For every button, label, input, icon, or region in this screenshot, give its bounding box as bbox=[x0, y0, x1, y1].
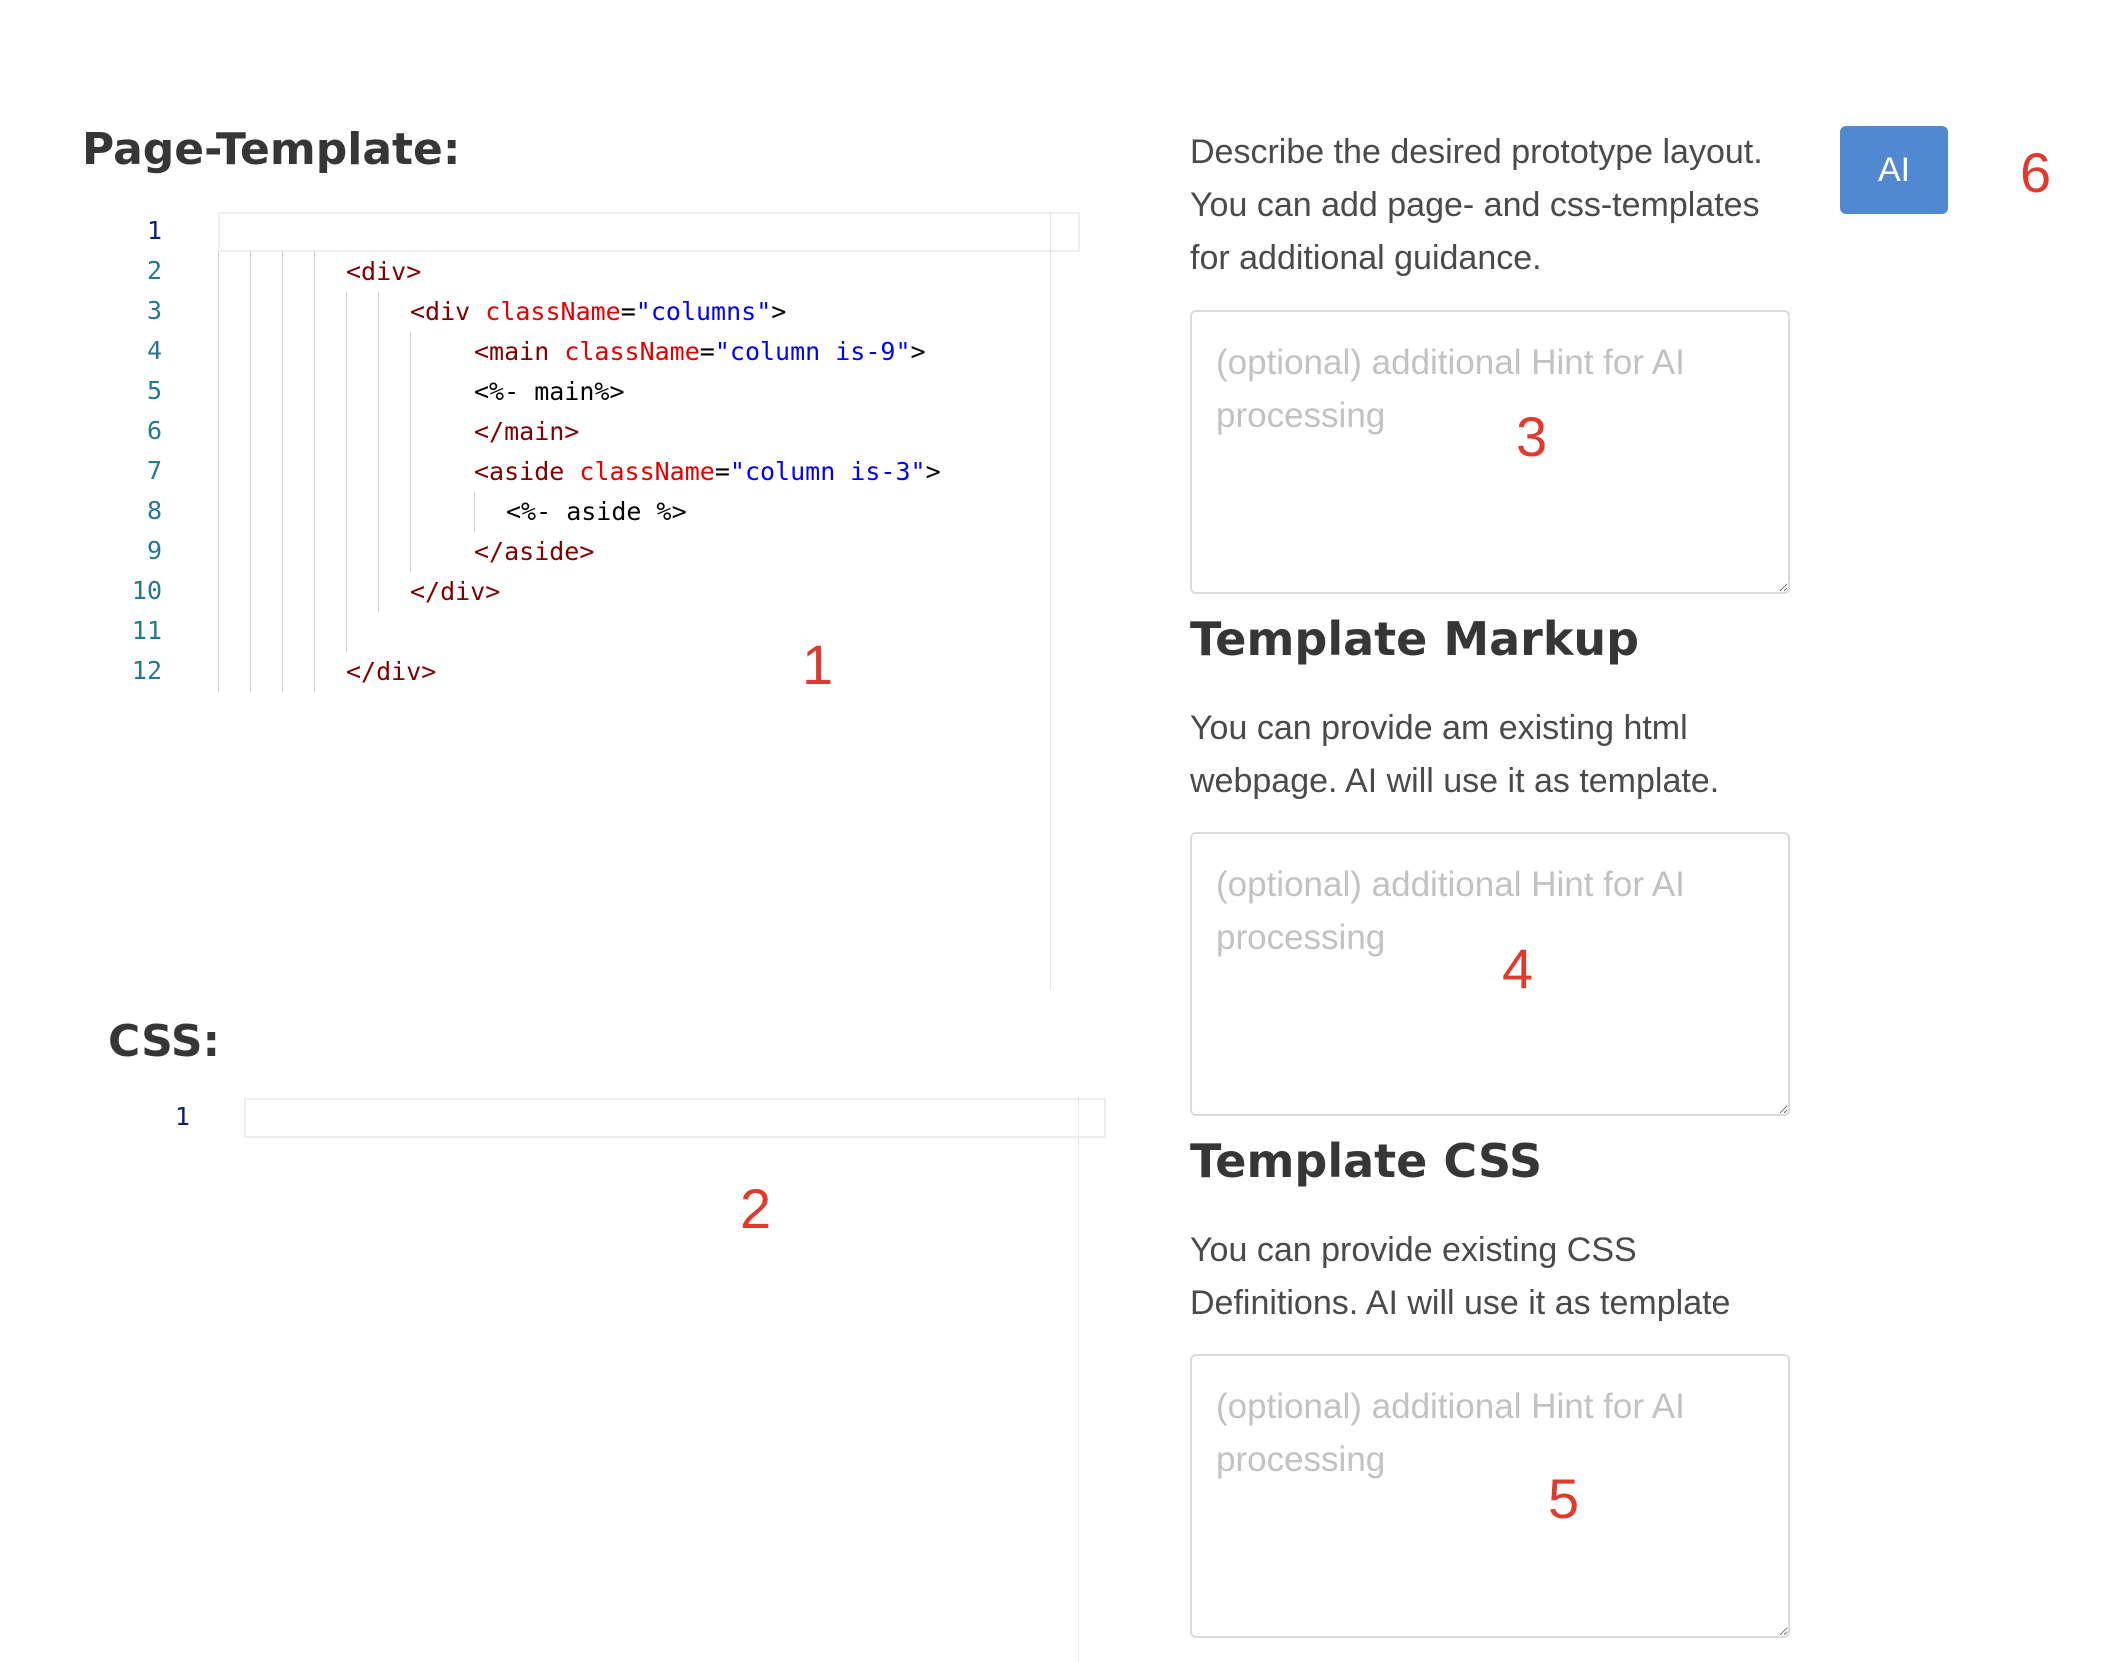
indent-guide bbox=[250, 252, 251, 692]
annotation-2: 2 bbox=[740, 1177, 772, 1240]
indent-guide bbox=[346, 292, 347, 652]
code-token: </div> bbox=[346, 657, 437, 686]
template-markup-textarea[interactable] bbox=[1190, 832, 1790, 1116]
line-number: 3 bbox=[146, 296, 162, 325]
code-token: = bbox=[699, 337, 715, 366]
code-token: = bbox=[620, 297, 636, 326]
editor-ruler bbox=[1078, 1096, 1079, 1662]
annotation-6: 6 bbox=[2020, 141, 2052, 204]
page-template-title: Page-Template: bbox=[82, 124, 461, 175]
code-token: </aside> bbox=[474, 537, 595, 566]
line-number: 2 bbox=[146, 256, 162, 285]
indent-guide bbox=[410, 332, 411, 572]
code-token: </div> bbox=[410, 577, 501, 606]
code-token: <div bbox=[410, 297, 471, 326]
code-token: > bbox=[910, 337, 926, 366]
line-number: 7 bbox=[146, 456, 162, 485]
code-token: > bbox=[771, 297, 787, 326]
line-number: 1 bbox=[174, 1102, 190, 1131]
code-line-4: <main className="column is-9"> bbox=[474, 332, 926, 372]
template-css-heading: Template CSS bbox=[1190, 1134, 1543, 1188]
code-line-9: </aside> bbox=[474, 532, 594, 572]
line-number: 4 bbox=[146, 336, 162, 365]
indent-guide bbox=[474, 492, 475, 532]
css-editor[interactable]: 1 bbox=[88, 1096, 1108, 1662]
prompt-hint-textarea[interactable] bbox=[1190, 310, 1790, 594]
indent-guide bbox=[218, 252, 219, 692]
code-token: = bbox=[714, 457, 730, 486]
page-template-editor[interactable]: 1 2 3 4 5 6 7 8 9 10 11 12 <div> <div cl… bbox=[60, 210, 1080, 990]
code-line-10: </div> bbox=[410, 572, 500, 612]
code-line-12: </div> bbox=[346, 652, 436, 692]
annotation-5: 5 bbox=[1548, 1467, 1580, 1530]
line-number: 1 bbox=[146, 216, 162, 245]
annotation-3: 3 bbox=[1516, 405, 1548, 468]
code-token: <%- aside %> bbox=[506, 497, 687, 526]
code-token: className bbox=[549, 337, 700, 366]
code-line-6: </main> bbox=[474, 412, 579, 452]
code-token: "columns" bbox=[635, 297, 772, 326]
prompt-description: Describe the desired prototype layout. Y… bbox=[1190, 133, 1763, 277]
line-number: 12 bbox=[131, 656, 162, 685]
code-line-7: <aside className="column is-3"> bbox=[474, 452, 941, 492]
code-line-2: <div> bbox=[346, 252, 421, 292]
current-line-highlight bbox=[244, 1098, 1106, 1138]
indent-guide bbox=[378, 292, 379, 612]
ai-button[interactable]: AI bbox=[1840, 126, 1948, 214]
code-token: <%- main%> bbox=[474, 377, 625, 406]
current-line-highlight bbox=[218, 212, 1080, 252]
line-number: 5 bbox=[146, 376, 162, 405]
line-number: 10 bbox=[131, 576, 162, 605]
indent-guide bbox=[282, 252, 283, 692]
code-token: className bbox=[564, 457, 715, 486]
annotation-4: 4 bbox=[1502, 937, 1534, 1000]
code-token: className bbox=[470, 297, 621, 326]
code-token: </main> bbox=[474, 417, 580, 446]
line-number: 6 bbox=[146, 416, 162, 445]
template-markup-heading: Template Markup bbox=[1190, 612, 1640, 666]
code-token: <aside bbox=[474, 457, 565, 486]
line-number: 8 bbox=[146, 496, 162, 525]
indent-guide bbox=[314, 252, 315, 692]
css-title: CSS: bbox=[108, 1016, 221, 1067]
template-css-description: You can provide existing CSS Definitions… bbox=[1190, 1231, 1731, 1322]
code-token: <main bbox=[474, 337, 550, 366]
template-css-textarea[interactable] bbox=[1190, 1354, 1790, 1638]
code-token: "column is-3" bbox=[729, 457, 926, 486]
editor-ruler bbox=[1050, 210, 1051, 990]
code-token: > bbox=[925, 457, 941, 486]
annotation-1: 1 bbox=[802, 633, 834, 696]
line-number: 11 bbox=[131, 616, 162, 645]
code-token: "column is-9" bbox=[714, 337, 911, 366]
line-number: 9 bbox=[146, 536, 162, 565]
code-line-3: <div className="columns"> bbox=[410, 292, 786, 332]
code-token: <div> bbox=[346, 257, 422, 286]
code-line-8: <%- aside %> bbox=[506, 492, 687, 532]
code-line-5: <%- main%> bbox=[474, 372, 625, 412]
template-markup-description: You can provide am existing html webpage… bbox=[1190, 709, 1720, 800]
